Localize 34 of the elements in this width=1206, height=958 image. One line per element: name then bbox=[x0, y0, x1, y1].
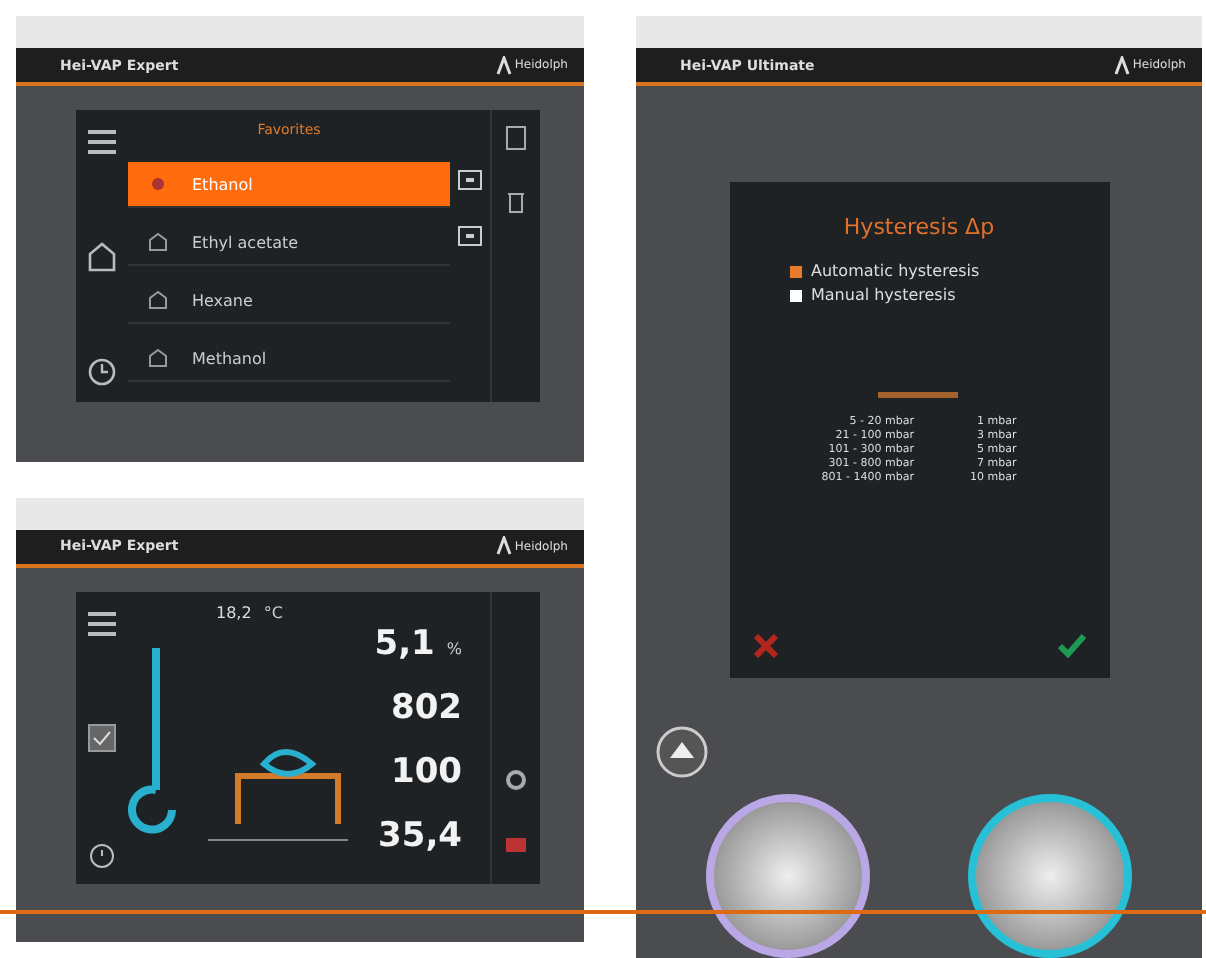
favorite-label: Hexane bbox=[192, 291, 253, 309]
logo-icon[interactable] bbox=[1114, 55, 1131, 75]
reading-value: 35,4 bbox=[378, 815, 462, 856]
arrow-button-icon[interactable] bbox=[458, 170, 482, 190]
cancel-icon[interactable] bbox=[753, 634, 777, 658]
timer-icon[interactable] bbox=[88, 839, 116, 868]
clock-icon[interactable] bbox=[88, 358, 116, 386]
option-label: Manual hysteresis bbox=[811, 286, 956, 304]
screen-title: Hysteresis Δp bbox=[843, 214, 995, 240]
logo-icon[interactable] bbox=[496, 55, 513, 75]
favorite-label: Ethanol bbox=[192, 175, 253, 193]
reading-value: 802 bbox=[391, 687, 462, 728]
favorite-item[interactable]: Hexane bbox=[128, 278, 450, 324]
reading-value: 5,1 bbox=[374, 623, 435, 664]
unit-label: °C bbox=[263, 603, 283, 626]
radio-button[interactable] bbox=[789, 289, 801, 301]
option-label: Automatic hysteresis bbox=[811, 262, 980, 280]
up-arrow-button-icon[interactable] bbox=[656, 726, 708, 778]
temperature-reading: 18,2 bbox=[216, 603, 252, 626]
menu-icon[interactable] bbox=[88, 611, 116, 636]
favorite-item[interactable]: Methanol bbox=[128, 336, 450, 382]
confirm-icon[interactable] bbox=[1057, 634, 1085, 658]
favorite-label: Methanol bbox=[192, 349, 267, 367]
arrow-button-icon[interactable] bbox=[458, 226, 482, 246]
menu-icon[interactable] bbox=[88, 130, 116, 154]
trash-icon[interactable] bbox=[506, 190, 526, 214]
unit-label: % bbox=[446, 639, 462, 658]
favorite-label: Ethyl acetate bbox=[192, 233, 299, 251]
reading-value: 100 bbox=[391, 751, 462, 792]
table-header-bar bbox=[878, 392, 959, 398]
logo-icon[interactable] bbox=[496, 536, 513, 557]
checkbox-icon[interactable] bbox=[88, 723, 116, 752]
radio-button[interactable] bbox=[789, 265, 801, 277]
favorite-item[interactable]: Ethyl acetate bbox=[128, 220, 450, 266]
